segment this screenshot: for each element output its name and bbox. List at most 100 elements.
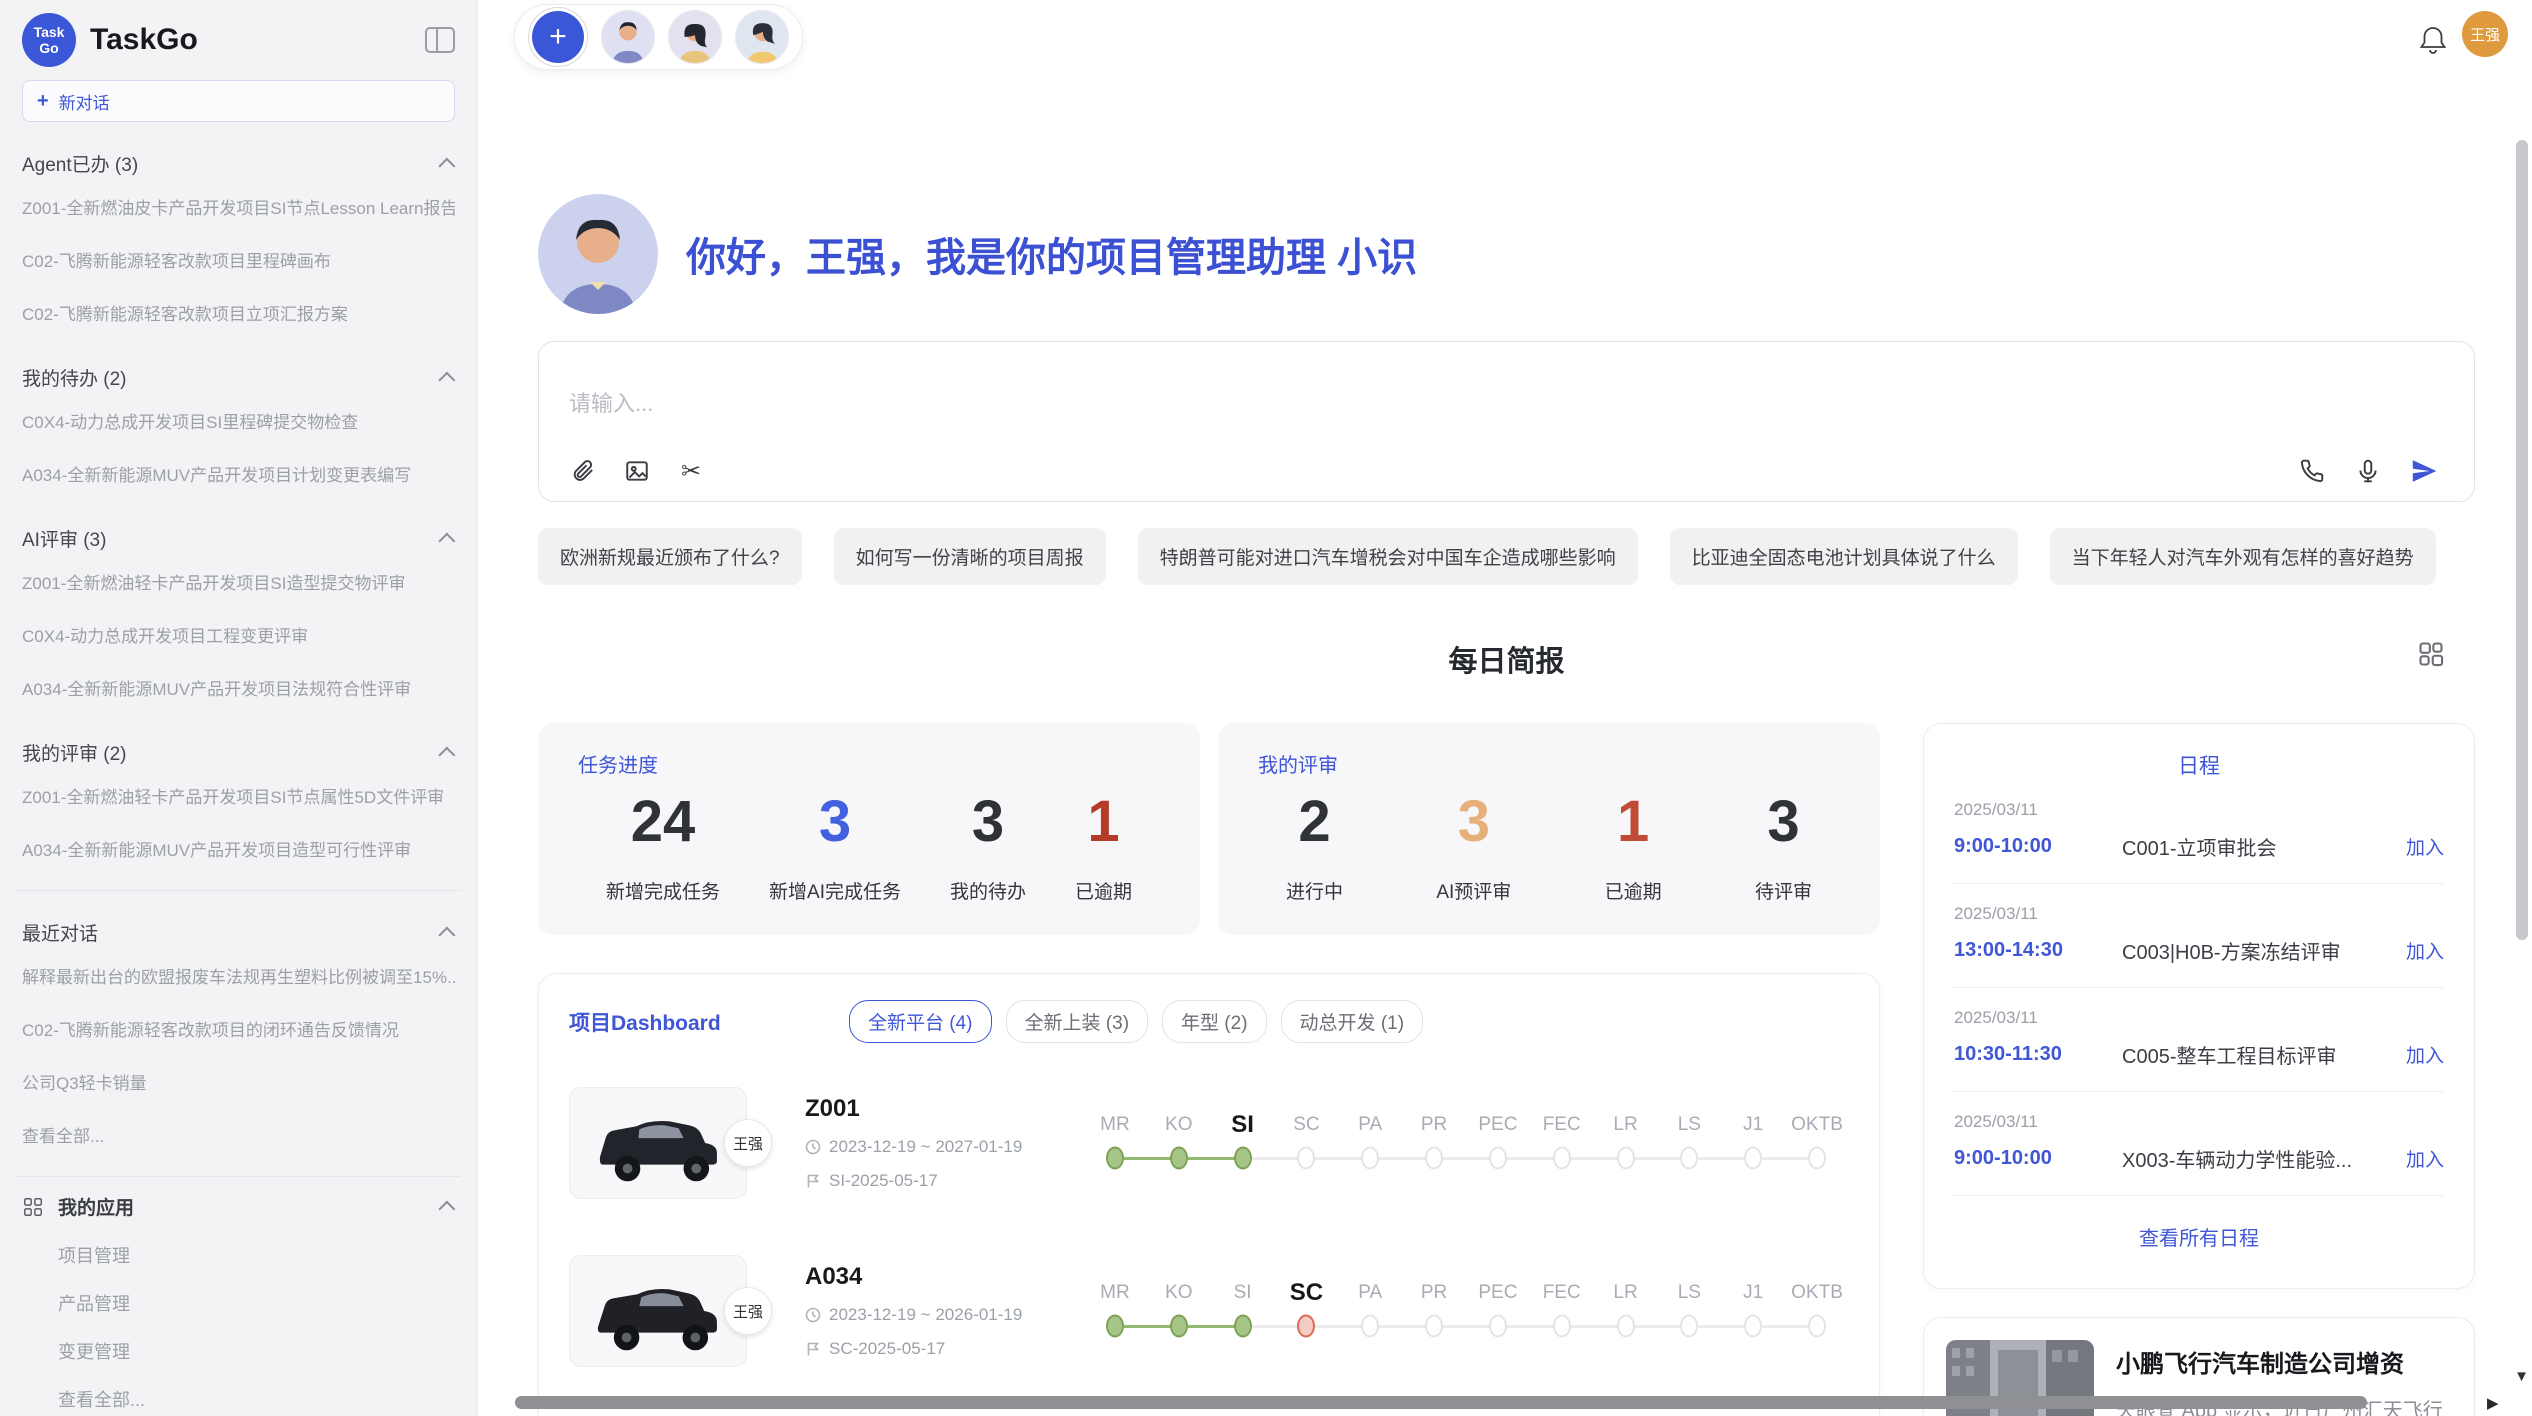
list-item[interactable]: Z001-全新燃油皮卡产品开发项目SI节点Lesson Learn报告 xyxy=(22,183,455,230)
clock-icon xyxy=(805,1307,821,1323)
join-button[interactable]: 加入 xyxy=(2406,1041,2444,1068)
scroll-down-arrow-icon[interactable]: ▼ xyxy=(2514,1368,2529,1385)
list-item[interactable]: C02-飞腾新能源轻客改款项目的闭环通告反馈情况 xyxy=(22,1005,455,1052)
schedule-time: 9:00-10:00 xyxy=(1954,835,2122,858)
stat-my-todo: 3 我的待办 xyxy=(950,788,1026,904)
stat-pending-review: 3 待评审 xyxy=(1755,788,1812,904)
schedule-time: 9:00-10:00 xyxy=(1954,1147,2122,1170)
scissors-icon[interactable]: ✂ xyxy=(677,457,705,485)
owner-badge[interactable]: 王强 xyxy=(724,1119,772,1167)
image-upload-icon[interactable] xyxy=(623,457,651,485)
app-logo: Task Go xyxy=(22,13,76,67)
tab-new-platform[interactable]: 全新平台 (4) xyxy=(849,1000,992,1043)
list-item[interactable]: 解释最新出台的欧盟报废车法规再生塑料比例被调至15%... xyxy=(22,952,455,999)
left-column: 任务进度 24 新增完成任务 3 新增AI完成任务 3 我的待办 xyxy=(538,723,1880,1416)
agent-avatar-1[interactable] xyxy=(601,10,655,64)
milestone-dot xyxy=(1170,1315,1188,1338)
project-row: 王强 Z001 2023-12-19 ~ 2027-01-19 SI-2025-… xyxy=(569,1087,1849,1199)
card-title: 任务进度 xyxy=(578,749,1160,778)
section-title: 我的评审 (2) xyxy=(22,739,127,766)
suggestion-chip[interactable]: 如何写一份清晰的项目周报 xyxy=(834,528,1106,585)
vertical-scrollbar[interactable] xyxy=(2516,140,2528,940)
view-all-schedule-link[interactable]: 查看所有日程 xyxy=(1954,1222,2444,1251)
sidebar-item-product-mgmt[interactable]: 产品管理 xyxy=(22,1280,455,1326)
milestone-dot xyxy=(1553,1315,1571,1338)
section-title: AI评审 (3) xyxy=(22,525,106,552)
stat-new-ai-completed: 3 新增AI完成任务 xyxy=(769,788,901,904)
horizontal-scrollbar[interactable] xyxy=(515,1396,2367,1409)
clock-icon xyxy=(805,1139,821,1155)
list-item[interactable]: C02-飞腾新能源轻客改款项目立项汇报方案 xyxy=(22,289,455,336)
tab-year-model[interactable]: 年型 (2) xyxy=(1162,1000,1267,1043)
tab-new-body[interactable]: 全新上装 (3) xyxy=(1006,1000,1149,1043)
microphone-icon[interactable] xyxy=(2354,457,2382,485)
view-all-link[interactable]: 查看全部... xyxy=(22,1111,455,1158)
main-area: + 王强 你好，王强，我是你的项目管理助理 小识 xyxy=(478,0,2532,1416)
project-flag: SC-2025-05-17 xyxy=(829,1339,945,1359)
section-ai-review: AI评审 (3) Z001-全新燃油轻卡产品开发项目SI造型提交物评审 C0X4… xyxy=(22,525,455,711)
agent-avatar-3[interactable] xyxy=(735,10,789,64)
join-button[interactable]: 加入 xyxy=(2406,1145,2444,1172)
join-button[interactable]: 加入 xyxy=(2406,937,2444,964)
section-my-todo: 我的待办 (2) C0X4-动力总成开发项目SI里程碑提交物检查 A034-全新… xyxy=(22,364,455,497)
chevron-up-icon[interactable] xyxy=(438,532,455,549)
list-item[interactable]: A034-全新新能源MUV产品开发项目造型可行性评审 xyxy=(22,825,455,872)
user-avatar[interactable]: 王强 xyxy=(2462,11,2508,57)
suggestion-chip[interactable]: 比亚迪全固态电池计划具体说了什么 xyxy=(1670,528,2018,585)
list-item[interactable]: Z001-全新燃油轻卡产品开发项目SI造型提交物评审 xyxy=(22,558,455,605)
project-photo: 王强 xyxy=(569,1255,747,1367)
layout-grid-icon[interactable] xyxy=(2417,640,2445,668)
suggestion-chips: 欧洲新规最近颁布了什么? 如何写一份清晰的项目周报 特朗普可能对进口汽车增税会对… xyxy=(538,528,2478,585)
list-item[interactable]: Z001-全新燃油轻卡产品开发项目SI节点属性5D文件评审 xyxy=(22,772,455,819)
assistant-avatar xyxy=(538,194,658,314)
suggestion-chip[interactable]: 欧洲新规最近颁布了什么? xyxy=(538,528,802,585)
chat-input[interactable] xyxy=(569,386,2169,426)
list-item[interactable]: 公司Q3轻卡销量 xyxy=(22,1058,455,1105)
owner-badge[interactable]: 王强 xyxy=(724,1287,772,1335)
agent-avatar-2[interactable] xyxy=(668,10,722,64)
sidebar-collapse-icon[interactable] xyxy=(425,27,455,53)
flag-icon xyxy=(805,1173,821,1189)
list-item[interactable]: A034-全新新能源MUV产品开发项目计划变更表编写 xyxy=(22,450,455,497)
dashboard-title: 项目Dashboard xyxy=(569,1007,819,1037)
project-code[interactable]: Z001 xyxy=(805,1095,1057,1123)
chevron-up-icon[interactable] xyxy=(438,926,455,943)
sidebar-item-project-mgmt[interactable]: 项目管理 xyxy=(22,1232,455,1278)
section-my-review: 我的评审 (2) Z001-全新燃油轻卡产品开发项目SI节点属性5D文件评审 A… xyxy=(22,739,455,872)
attachment-icon[interactable] xyxy=(569,457,597,485)
schedule-title: 日程 xyxy=(1954,750,2444,780)
milestone-dot-current xyxy=(1234,1147,1252,1170)
stat-overdue: 1 已逾期 xyxy=(1605,788,1662,904)
voice-call-icon[interactable] xyxy=(2298,457,2326,485)
chevron-up-icon[interactable] xyxy=(438,1200,455,1217)
list-item[interactable]: C0X4-动力总成开发项目SI里程碑提交物检查 xyxy=(22,397,455,444)
add-agent-button[interactable]: + xyxy=(528,7,588,67)
join-button[interactable]: 加入 xyxy=(2406,833,2444,860)
schedule-date: 2025/03/11 xyxy=(1954,1112,2444,1132)
project-code[interactable]: A034 xyxy=(805,1263,1057,1291)
sidebar-item-change-mgmt[interactable]: 变更管理 xyxy=(22,1328,455,1374)
chevron-up-icon[interactable] xyxy=(438,746,455,763)
chevron-up-icon[interactable] xyxy=(438,371,455,388)
send-icon[interactable] xyxy=(2410,457,2438,485)
list-item[interactable]: C02-飞腾新能源轻客改款项目里程碑画布 xyxy=(22,236,455,283)
chevron-up-icon[interactable] xyxy=(438,157,455,174)
section-title: Agent已办 (3) xyxy=(22,150,138,177)
app-title: TaskGo xyxy=(90,23,198,57)
sidebar-header: Task Go TaskGo xyxy=(22,0,455,80)
view-all-link[interactable]: 查看全部... xyxy=(22,1376,455,1416)
suggestion-chip[interactable]: 当下年轻人对汽车外观有怎样的喜好趋势 xyxy=(2050,528,2436,585)
suggestion-chip[interactable]: 特朗普可能对进口汽车增税会对中国车企造成哪些影响 xyxy=(1138,528,1638,585)
scroll-right-arrow-icon[interactable]: ▶ xyxy=(2487,1394,2499,1412)
chat-composer: ✂ xyxy=(538,341,2475,502)
greeting-text: 你好，王强，我是你的项目管理助理 小识 xyxy=(686,225,1417,283)
sidebar-item-my-apps[interactable]: 我的应用 xyxy=(22,1183,455,1230)
list-item[interactable]: C0X4-动力总成开发项目工程变更评审 xyxy=(22,611,455,658)
notification-bell-icon[interactable] xyxy=(2418,24,2448,56)
new-chat-button[interactable]: + 新对话 xyxy=(22,80,455,122)
list-item[interactable]: A034-全新新能源MUV产品开发项目法规符合性评审 xyxy=(22,664,455,711)
stat-in-progress: 2 进行中 xyxy=(1286,788,1343,904)
daily-brief-title: 每日简报 xyxy=(1448,646,1564,678)
tab-powertrain[interactable]: 动总开发 (1) xyxy=(1281,1000,1424,1043)
flag-icon xyxy=(805,1341,821,1357)
